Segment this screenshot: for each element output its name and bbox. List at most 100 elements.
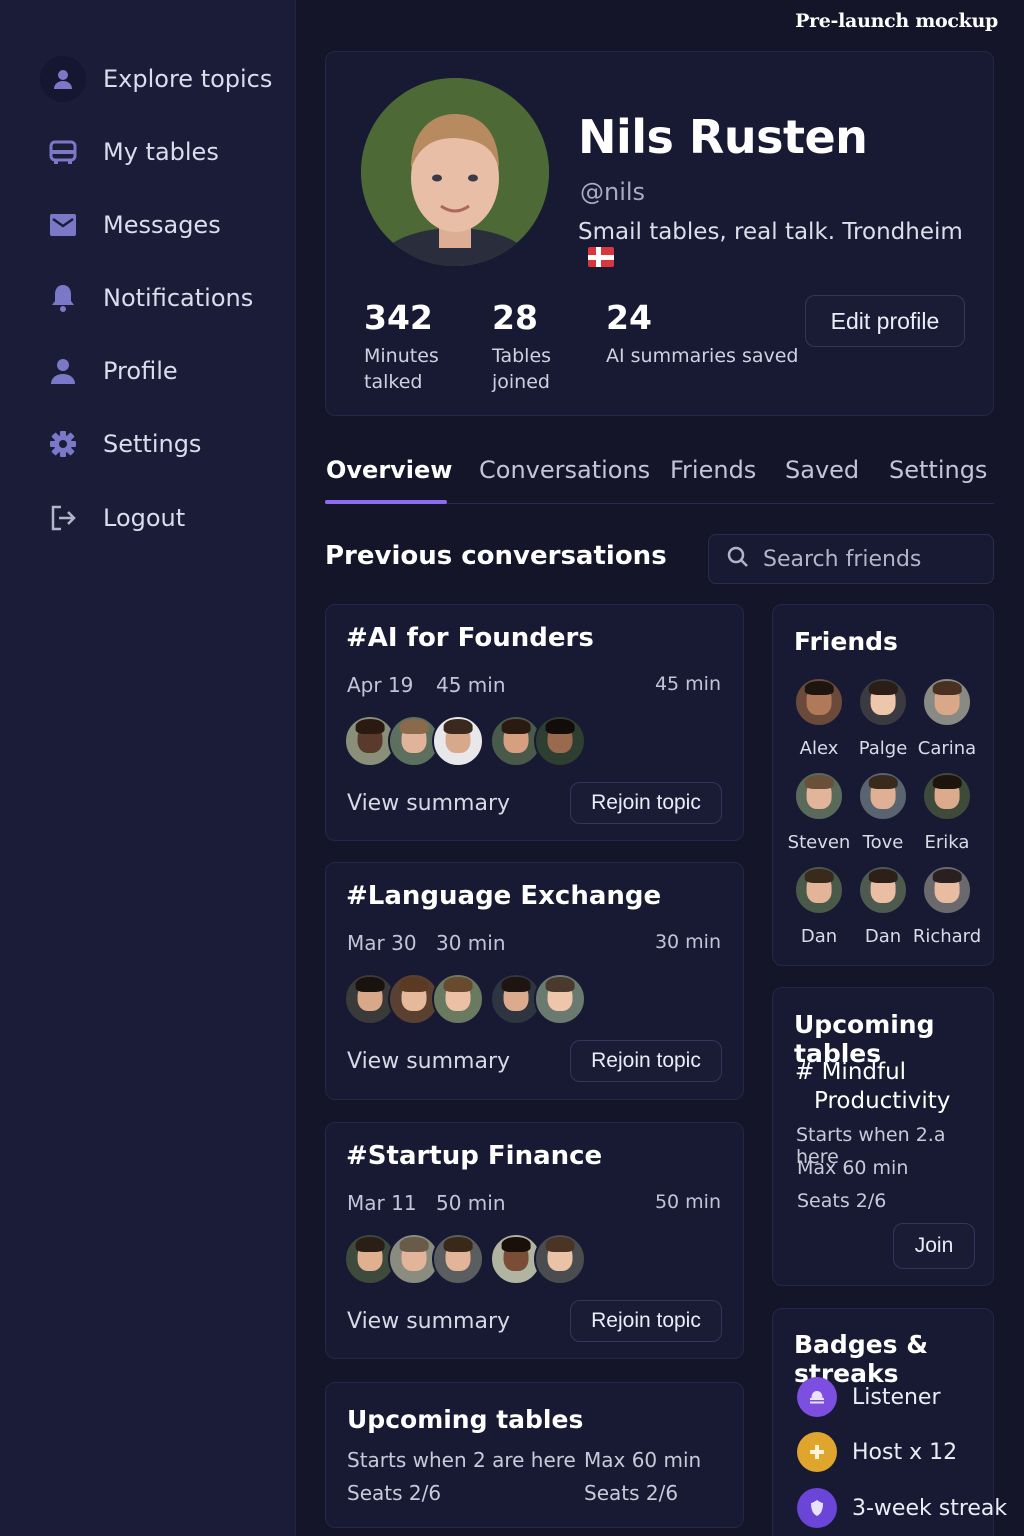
watermark-label: Pre-launch mockup <box>795 10 998 32</box>
friend-avatar <box>794 771 844 821</box>
upcoming-max-duration: Max 60 min <box>797 1157 909 1179</box>
rejoin-topic-button[interactable]: Rejoin topic <box>570 1300 722 1342</box>
friends-card: Friends Alex Palge Carina Steven Tove Er… <box>772 604 994 966</box>
search-friends-input[interactable] <box>763 546 983 572</box>
stat-value: 24 <box>606 298 652 337</box>
tab-conversations[interactable]: Conversations <box>479 456 650 484</box>
badge-item: 3-week streak <box>797 1488 1007 1528</box>
sidebar-item-label: My tables <box>103 138 219 166</box>
sidebar-item-logout[interactable]: Logout <box>40 490 280 546</box>
stat-label: Tables joined <box>492 343 551 395</box>
rejoin-topic-button[interactable]: Rejoin topic <box>570 1040 722 1082</box>
upcoming-seats: Seats 2/6 <box>347 1481 442 1505</box>
avatar <box>432 1233 484 1285</box>
search-box <box>708 534 994 584</box>
friend-name: Richard <box>912 926 982 947</box>
conversation-date: Apr 19 <box>347 673 414 697</box>
view-summary-link[interactable]: View summary <box>347 1309 510 1334</box>
mail-icon <box>40 202 86 248</box>
friend-item[interactable]: Richard <box>913 865 981 947</box>
sidebar-item-settings[interactable]: Settings <box>40 416 280 472</box>
conversation-date: Mar 11 <box>347 1191 417 1215</box>
friend-avatar <box>858 771 908 821</box>
sidebar-item-label: Explore topics <box>103 65 273 93</box>
norway-flag-icon <box>588 247 614 267</box>
profile-icon <box>40 348 86 394</box>
conversation-duration: 30 min <box>436 931 506 955</box>
edit-profile-button[interactable]: Edit profile <box>805 295 965 347</box>
friends-title: Friends <box>794 627 898 656</box>
avatar <box>432 973 484 1025</box>
stat-label-line: Tables <box>492 345 552 367</box>
friend-item[interactable]: Erika <box>915 771 979 853</box>
conversation-duration-right: 45 min <box>654 673 721 695</box>
active-tab-indicator <box>325 500 447 504</box>
friend-name: Carina <box>917 738 977 759</box>
badges-card: Badges & streaks Listener Host x 12 3-we… <box>772 1308 1007 1536</box>
upcoming-start-condition: Starts when 2 are here <box>347 1448 576 1472</box>
friend-avatar <box>794 677 844 727</box>
view-summary-link[interactable]: View summary <box>347 1049 510 1074</box>
friend-name: Erika <box>924 832 970 853</box>
sidebar-item-label: Settings <box>103 430 202 458</box>
conversation-card: #AI for Founders Apr 19 45 min 45 min Vi… <box>325 604 744 841</box>
conversation-date: Mar 30 <box>347 931 417 955</box>
conversation-duration: 50 min <box>436 1191 506 1215</box>
friend-item[interactable]: Carina <box>915 677 979 759</box>
avatar <box>432 715 484 767</box>
stat-value: 28 <box>492 298 538 337</box>
stat-value: 342 <box>364 298 433 337</box>
stat-label: Minutes talked <box>364 343 439 395</box>
profile-avatar <box>361 78 549 266</box>
sidebar-item-label: Notifications <box>103 284 254 312</box>
upcoming-max-duration: Max 60 min <box>584 1448 702 1472</box>
profile-handle: @nils <box>580 178 646 206</box>
conversation-card: #Language Exchange Mar 30 30 min 30 min … <box>325 862 744 1100</box>
stat-label: AI summaries saved <box>606 343 799 369</box>
upcoming-seats: Seats 2/6 <box>797 1190 887 1212</box>
tab-overview[interactable]: Overview <box>326 456 452 484</box>
stat-label-line: talked <box>364 371 423 393</box>
friend-avatar <box>794 865 844 915</box>
table-icon <box>40 129 86 175</box>
avatar <box>534 973 586 1025</box>
join-button[interactable]: Join <box>893 1223 975 1269</box>
friend-avatar <box>858 677 908 727</box>
user-icon <box>40 56 86 102</box>
logout-icon <box>40 495 86 541</box>
upcoming-tables-summary-card: Upcoming tables Starts when 2 are here S… <box>325 1382 744 1528</box>
sidebar-item-messages[interactable]: Messages <box>40 197 280 253</box>
conversation-title: #Startup Finance <box>346 1141 603 1171</box>
stat-label-line: Minutes <box>364 345 439 367</box>
search-icon <box>727 546 749 572</box>
profile-bio: Smail tables, real talk. Trondheim <box>578 219 993 271</box>
badge-label: 3-week streak <box>852 1495 1008 1521</box>
sidebar-item-my-tables[interactable]: My tables <box>40 124 280 180</box>
conversation-card: #Startup Finance Mar 11 50 min 50 min Vi… <box>325 1122 744 1359</box>
avatar <box>534 715 586 767</box>
friend-avatar <box>858 865 908 915</box>
conversation-title: #Language Exchange <box>346 881 662 911</box>
conversation-duration-right: 50 min <box>654 1191 721 1213</box>
rejoin-topic-button[interactable]: Rejoin topic <box>570 782 722 824</box>
sidebar-item-explore-topics[interactable]: Explore topics <box>40 51 280 107</box>
sidebar-item-profile[interactable]: Profile <box>40 343 280 399</box>
stat-minutes: 342 Minutes talked <box>364 298 439 395</box>
profile-card: Nils Rusten @nils Smail tables, real tal… <box>325 51 994 416</box>
view-summary-link[interactable]: View summary <box>347 791 510 816</box>
avatar <box>534 1233 586 1285</box>
conversation-title: #AI for Founders <box>346 623 594 653</box>
tab-settings[interactable]: Settings <box>889 456 987 484</box>
profile-tabs: Overview Conversations Friends Saved Set… <box>325 448 994 504</box>
tab-saved[interactable]: Saved <box>785 456 859 484</box>
bell-icon <box>40 275 86 321</box>
upcoming-topic: # Mindful Productivity <box>795 1058 985 1116</box>
stat-label-line: AI summaries saved <box>606 345 799 367</box>
tab-friends[interactable]: Friends <box>670 456 756 484</box>
sidebar-item-label: Logout <box>103 504 186 532</box>
gear-icon <box>40 421 86 467</box>
profile-bio-text: Smail tables, real talk. Trondheim <box>578 219 963 245</box>
plus-badge-icon <box>797 1432 837 1472</box>
upcoming-topic-line: Productivity <box>814 1088 951 1114</box>
sidebar-item-notifications[interactable]: Notifications <box>40 270 280 326</box>
